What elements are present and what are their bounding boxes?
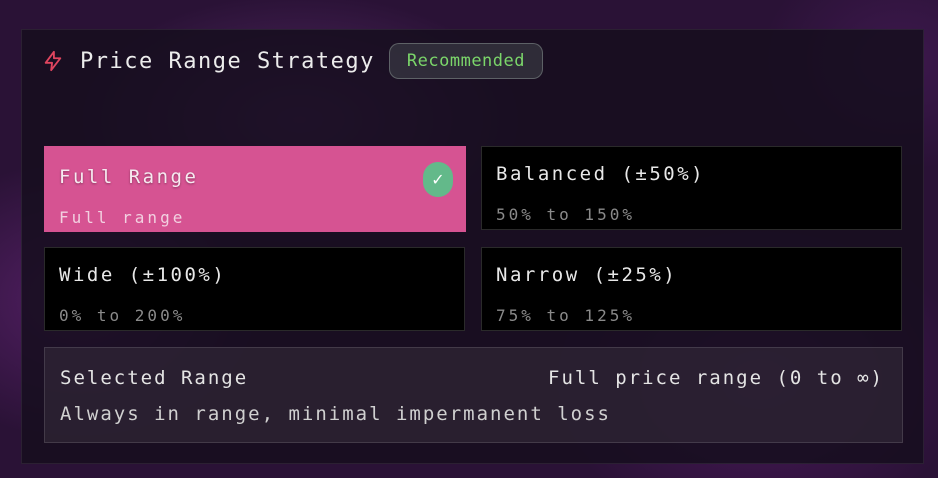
summary-value: Full price range (0 to ∞) <box>548 367 884 389</box>
option-name: Narrow (±25%) <box>496 264 678 286</box>
option-full-range[interactable]: Full Range Full range ✓ <box>44 146 466 232</box>
option-description: 50% to 150% <box>496 205 635 224</box>
selected-range-summary: Selected Range Full price range (0 to ∞)… <box>44 347 903 443</box>
option-description: Full range <box>59 208 186 227</box>
option-wide[interactable]: Wide (±100%) 0% to 200% <box>44 247 465 331</box>
option-balanced[interactable]: Balanced (±50%) 50% to 150% <box>481 146 902 230</box>
option-description: 75% to 125% <box>496 306 635 325</box>
recommended-badge: Recommended <box>388 43 543 79</box>
summary-label: Selected Range <box>60 367 249 389</box>
summary-description: Always in range, minimal impermanent los… <box>60 403 611 425</box>
option-name: Balanced (±50%) <box>496 163 706 185</box>
section-header: Price Range Strategy Recommended <box>42 42 543 80</box>
selected-check-icon: ✓ <box>423 162 453 197</box>
option-name: Full Range <box>59 166 199 188</box>
section-title: Price Range Strategy <box>80 48 375 74</box>
option-description: 0% to 200% <box>59 306 186 325</box>
lightning-bolt-icon <box>42 50 64 72</box>
option-name: Wide (±100%) <box>59 264 227 286</box>
option-narrow[interactable]: Narrow (±25%) 75% to 125% <box>481 247 902 331</box>
